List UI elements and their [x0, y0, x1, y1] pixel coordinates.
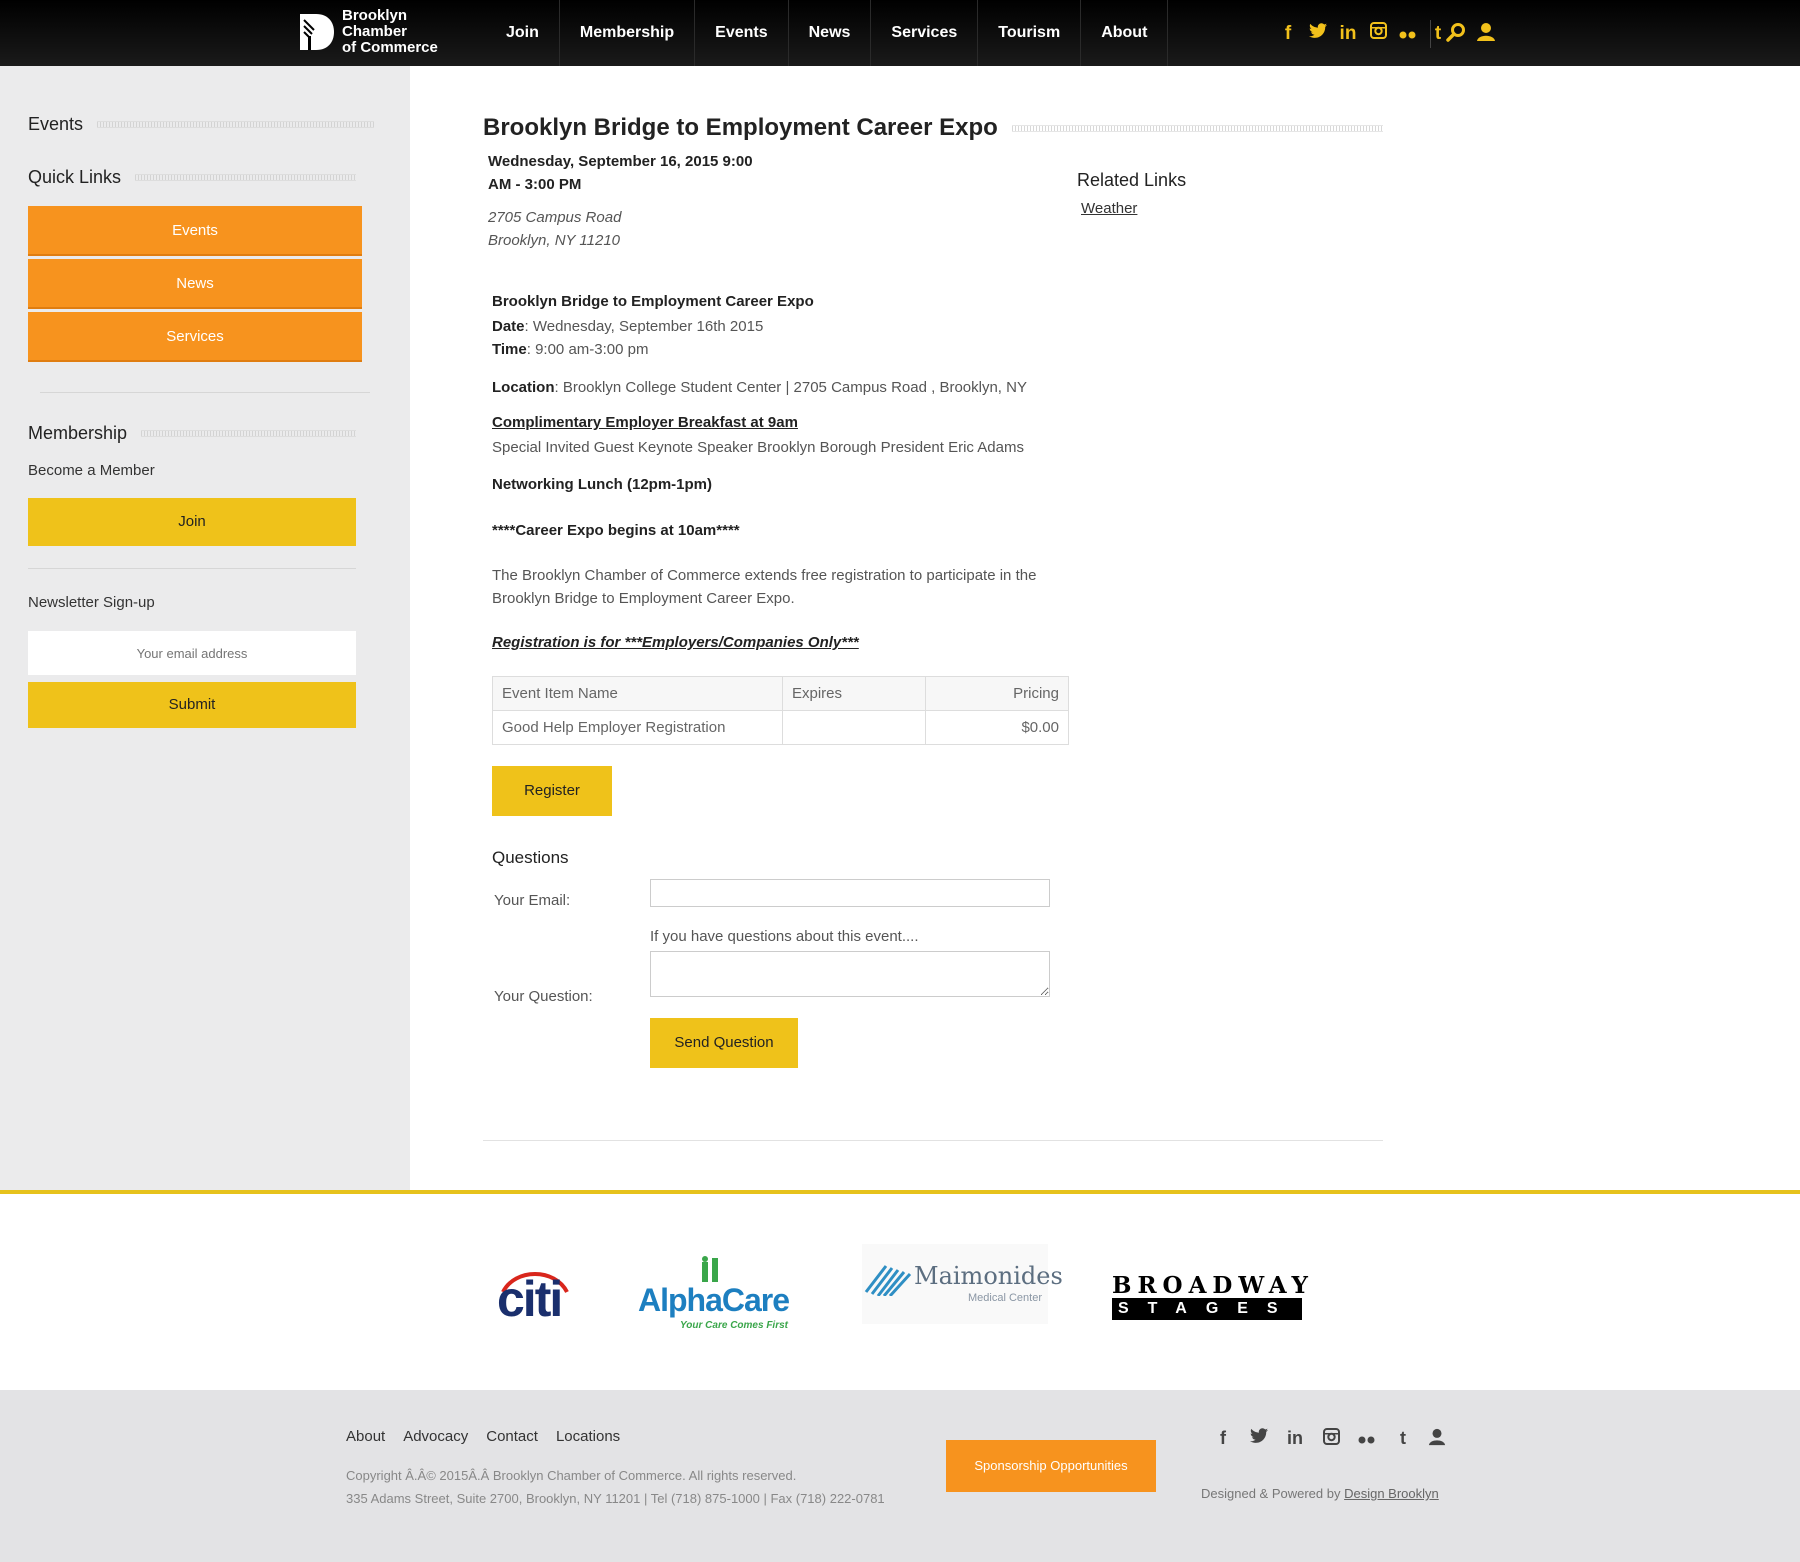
- main-content: Brooklyn Bridge to Employment Career Exp…: [410, 66, 1800, 1190]
- keynote-text: Special Invited Guest Keynote Speaker Br…: [492, 439, 1024, 456]
- quick-link-news[interactable]: News: [28, 259, 362, 309]
- newsletter-email-input[interactable]: [28, 631, 356, 675]
- send-question-button[interactable]: Send Question: [650, 1018, 798, 1068]
- nav-services[interactable]: Services: [871, 0, 979, 66]
- footer-link-contact[interactable]: Contact: [486, 1428, 538, 1445]
- related-links-heading: Related Links: [1077, 170, 1187, 190]
- newsletter-submit-button[interactable]: Submit: [28, 682, 356, 728]
- newsletter-heading: Newsletter Sign-up: [28, 594, 155, 611]
- event-datetime: Wednesday, September 16, 2015 9:00 AM - …: [488, 153, 753, 193]
- event-description: The Brooklyn Chamber of Commerce extends…: [492, 567, 1037, 607]
- table-header: Expires: [782, 676, 926, 711]
- event-time-line: Time: 9:00 am-3:00 pm: [492, 341, 649, 358]
- register-button[interactable]: Register: [492, 766, 612, 816]
- sidebar-divider: [40, 392, 370, 393]
- your-question-label: Your Question:: [494, 988, 593, 1005]
- chamber-logo[interactable]: Brooklyn Chamber of Commerce: [298, 7, 468, 56]
- footer-links: About Advocacy Contact Locations: [346, 1428, 620, 1445]
- user-icon[interactable]: [1476, 22, 1496, 47]
- table-cell: $0.00: [925, 710, 1069, 745]
- sidebar-quick-links-heading: Quick Links: [28, 167, 356, 188]
- breakfast-heading: Complimentary Employer Breakfast at 9am: [492, 414, 798, 431]
- design-brooklyn-link[interactable]: Design Brooklyn: [1344, 1486, 1439, 1501]
- your-email-label: Your Email:: [494, 892, 571, 909]
- instagram-icon[interactable]: [1368, 22, 1388, 45]
- question-hint: If you have questions about this event..…: [650, 928, 919, 945]
- page-title: Brooklyn Bridge to Employment Career Exp…: [483, 114, 998, 141]
- sponsorship-opportunities-button[interactable]: Sponsorship Opportunities: [946, 1440, 1156, 1492]
- broadway-stages-logo[interactable]: BROADWAY STAGES: [1112, 1274, 1308, 1324]
- expo-begins-text: ****Career Expo begins at 10am****: [492, 522, 740, 539]
- content-divider: [483, 1140, 1383, 1141]
- logo-name-line1: Brooklyn Chamber: [342, 7, 408, 40]
- maimonides-logo[interactable]: Maimonides Medical Center: [862, 1244, 1063, 1324]
- instagram-icon[interactable]: [1320, 1428, 1342, 1451]
- event-date-line: Date: Wednesday, September 16th 2015: [492, 318, 764, 335]
- quick-link-events[interactable]: Events: [28, 206, 362, 256]
- footer-social: f in t: [1212, 1428, 1446, 1451]
- event-body-title: Brooklyn Bridge to Employment Career Exp…: [492, 293, 814, 310]
- alphacare-logo[interactable]: AlphaCare Your Care Comes First: [638, 1254, 798, 1334]
- nav-tourism[interactable]: Tourism: [978, 0, 1082, 66]
- registration-table: Event Item Name Expires Pricing Good Hel…: [492, 676, 1069, 745]
- join-button[interactable]: Join: [28, 498, 356, 546]
- sidebar-events-heading: Events: [28, 114, 374, 135]
- citi-logo[interactable]: citi: [495, 1266, 575, 1326]
- table-cell: Good Help Employer Registration: [492, 710, 783, 745]
- linkedin-icon[interactable]: in: [1284, 1428, 1306, 1451]
- nav-join[interactable]: Join: [486, 0, 560, 66]
- table-header: Pricing: [925, 676, 1069, 711]
- footer-link-locations[interactable]: Locations: [556, 1428, 620, 1445]
- header-social: f in t: [1278, 22, 1448, 45]
- question-email-input[interactable]: [650, 879, 1050, 907]
- footer-link-advocacy[interactable]: Advocacy: [403, 1428, 468, 1445]
- event-title-row: Brooklyn Bridge to Employment Career Exp…: [483, 114, 1383, 142]
- nav-events[interactable]: Events: [695, 0, 789, 66]
- linkedin-icon[interactable]: in: [1338, 23, 1358, 45]
- tumblr-icon[interactable]: t: [1392, 1428, 1414, 1451]
- flickr-icon[interactable]: [1356, 1428, 1378, 1451]
- become-member-text: Become a Member: [28, 462, 155, 479]
- lunch-heading: Networking Lunch (12pm-1pm): [492, 476, 713, 493]
- flickr-icon[interactable]: [1398, 23, 1418, 45]
- registration-note: Registration is for ***Employers/Compani…: [492, 634, 859, 651]
- site-footer: About Advocacy Contact Locations Copyrig…: [0, 1390, 1800, 1562]
- questions-heading: Questions: [492, 848, 569, 867]
- designed-by: Designed & Powered by Design Brooklyn: [1201, 1486, 1439, 1501]
- header-divider: [1430, 20, 1431, 48]
- sidebar-membership-heading: Membership: [28, 423, 356, 444]
- event-address: 2705 Campus Road Brooklyn, NY 11210: [488, 209, 622, 249]
- table-header: Event Item Name: [492, 676, 783, 711]
- sidebar-divider-2: [28, 568, 356, 569]
- nav-about[interactable]: About: [1081, 0, 1169, 66]
- twitter-icon[interactable]: [1248, 1428, 1270, 1451]
- event-location-line: Location: Brooklyn College Student Cente…: [492, 379, 1027, 396]
- table-row: Good Help Employer Registration $0.00: [492, 710, 1069, 745]
- search-icon[interactable]: [1446, 22, 1466, 47]
- related-link-weather[interactable]: Weather: [1081, 200, 1137, 217]
- table-cell: [782, 710, 926, 745]
- user-icon[interactable]: [1428, 1428, 1446, 1451]
- tumblr-icon[interactable]: t: [1428, 23, 1448, 45]
- main-nav: Join Membership Events News Services Tou…: [486, 0, 1169, 66]
- site-header: Brooklyn Chamber of Commerce Join Member…: [0, 0, 1800, 66]
- question-textarea[interactable]: [650, 951, 1050, 997]
- nav-membership[interactable]: Membership: [560, 0, 696, 66]
- header-tools: [1446, 22, 1496, 47]
- facebook-icon[interactable]: f: [1278, 23, 1298, 45]
- nav-news[interactable]: News: [789, 0, 872, 66]
- footer-link-about[interactable]: About: [346, 1428, 385, 1445]
- footer-copyright: Copyright Â.Â© 2015Â.Â Brooklyn Chamber …: [346, 1468, 885, 1506]
- facebook-icon[interactable]: f: [1212, 1428, 1234, 1451]
- table-header-row: Event Item Name Expires Pricing: [492, 676, 1069, 711]
- twitter-icon[interactable]: [1308, 22, 1328, 45]
- quick-link-services[interactable]: Services: [28, 312, 362, 362]
- sponsor-strip: citi AlphaCare Your Care Comes First Mai…: [0, 1194, 1800, 1390]
- logo-name-line2: of Commerce: [342, 39, 438, 56]
- sidebar: Events Quick Links Events News Services …: [0, 66, 410, 1190]
- logo-mark-icon: [298, 12, 336, 52]
